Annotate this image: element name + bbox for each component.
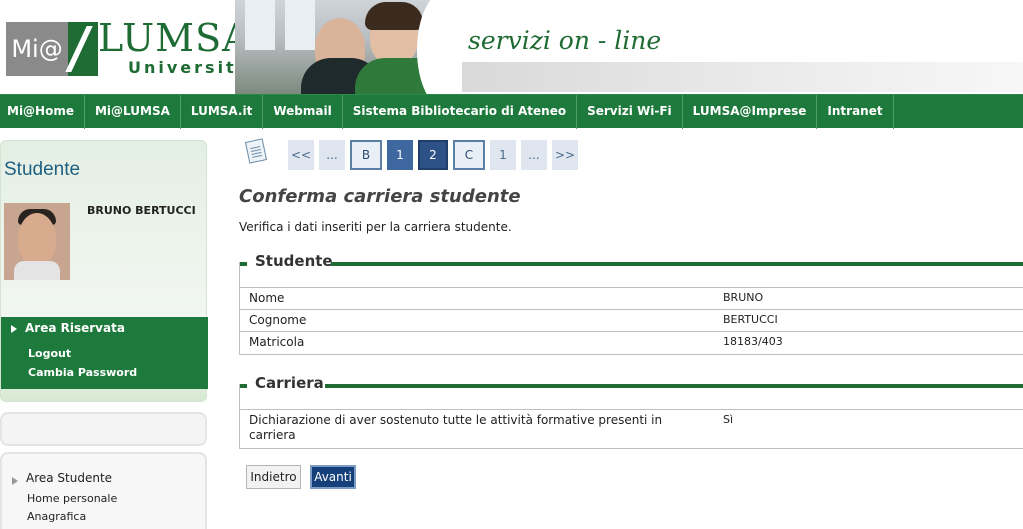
nav-item-lumsa-it[interactable]: LUMSA.it [181,95,264,129]
top-nav: Mi@Home Mi@LUMSA LUMSA.it Webmail Sistem… [0,94,1023,129]
sidebar-empty-box [0,412,207,446]
logout-link[interactable]: Logout [28,347,71,360]
nav-item-wifi[interactable]: Servizi Wi-Fi [577,95,683,129]
row-label: Nome [249,291,285,305]
row-value: BERTUCCI [723,313,778,326]
pager-step-c[interactable]: C [453,140,485,170]
logo-mi-text: Mi@ [6,22,68,76]
arrow-right-icon [12,477,18,485]
next-button[interactable]: Avanti [310,465,356,489]
lumsa-logo[interactable]: Mi@ LUMSA Università [0,0,250,94]
pager-step-b[interactable]: B [350,140,382,170]
table-row: Matricola 18183/403 [239,331,1023,354]
nav-item-mihome[interactable]: Mi@Home [0,95,85,129]
anagrafica-link[interactable]: Anagrafica [27,510,86,523]
table-row: Dichiarazione di aver sostenuto tutte le… [239,409,1023,449]
table-row: Cognome BERTUCCI [239,309,1023,331]
logo-universita-text: Università [128,58,251,77]
nav-item-biblioteca[interactable]: Sistema Bibliotecario di Ateneo [343,95,578,129]
logo-mark-icon [68,22,98,76]
step-pager: << ... B 1 2 C 1 ... >> [288,140,583,170]
pager-ellipsis: ... [319,140,345,170]
row-label: Dichiarazione di aver sostenuto tutte le… [249,413,663,442]
pager-step-c1[interactable]: 1 [490,140,516,170]
sidebar-title: Studente [4,159,81,180]
pager-step-2-current[interactable]: 2 [418,140,448,170]
header-photo [235,0,457,94]
back-button[interactable]: Indietro [246,465,301,489]
header-tagline: servizi on - line [468,26,662,55]
area-riservata-box: Area Riservata Logout Cambia Password [1,317,208,389]
pager-last[interactable]: >> [552,140,578,170]
header-gradient-bar [462,62,1023,92]
page-title: Conferma carriera studente [239,186,521,207]
row-label: Cognome [249,313,307,327]
home-personale-link[interactable]: Home personale [27,492,117,505]
change-password-link[interactable]: Cambia Password [28,366,137,379]
header: Mi@ LUMSA Università servizi on - line [0,0,1023,94]
area-studente-title[interactable]: Area Studente [26,471,112,485]
row-value: 18183/403 [723,335,783,348]
area-riservata-title[interactable]: Area Riservata [11,321,125,335]
section-bar [325,384,1023,388]
nav-item-webmail[interactable]: Webmail [263,95,343,129]
row-value: Sì [723,413,734,426]
area-studente-box: Area Studente Home personale Anagrafica [0,452,207,529]
sidebar: Studente BRUNO BERTUCCI Area Riservata L… [0,140,208,529]
student-box: Studente BRUNO BERTUCCI Area Riservata L… [0,140,208,402]
section-bar [331,262,1023,266]
nav-item-imprese[interactable]: LUMSA@Imprese [683,95,818,129]
logo-lumsa-text: LUMSA [98,16,251,60]
student-name: BRUNO BERTUCCI [87,204,196,217]
table-row: Nome BRUNO [239,287,1023,309]
notepad-icon [244,138,268,164]
nav-item-intranet[interactable]: Intranet [817,95,894,129]
nav-item-milumsa[interactable]: Mi@LUMSA [85,95,181,129]
main-content: << ... B 1 2 C 1 ... >> Conferma carrier… [239,138,1023,529]
pager-first[interactable]: << [288,140,314,170]
pager-ellipsis: ... [521,140,547,170]
row-label: Matricola [249,335,305,349]
page-description: Verifica i dati inseriti per la carriera… [239,220,512,234]
row-value: BRUNO [723,291,764,304]
avatar [4,203,70,280]
pager-step-1[interactable]: 1 [387,140,413,170]
